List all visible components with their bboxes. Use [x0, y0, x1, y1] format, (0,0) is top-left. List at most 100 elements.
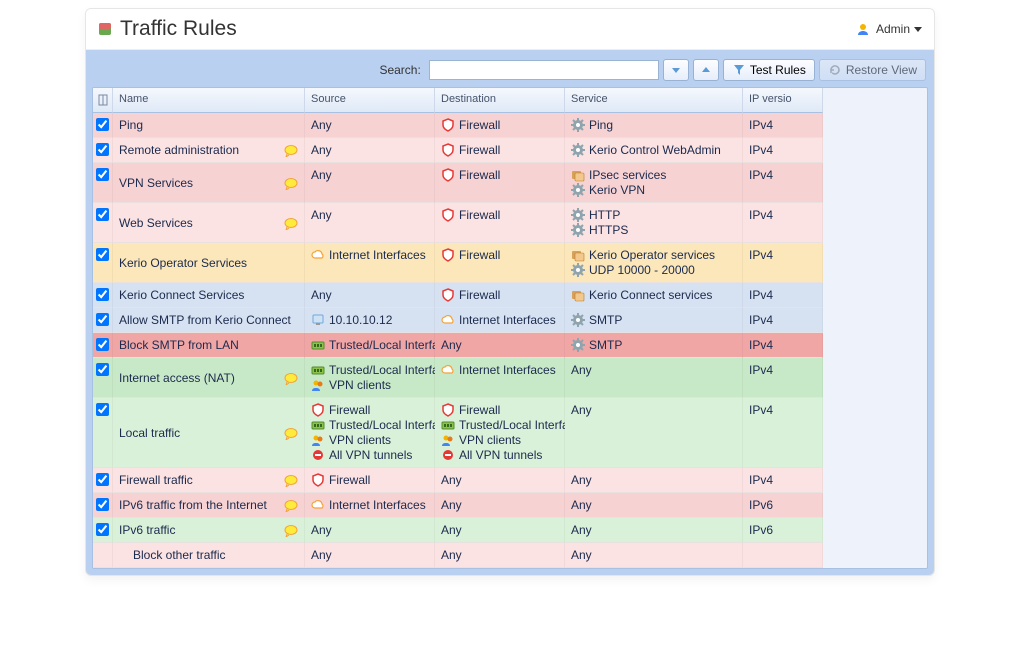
user-name: Admin — [876, 22, 910, 36]
source-cell: Any — [305, 543, 435, 568]
destination-item: Any — [441, 473, 558, 487]
destination-item: Any — [441, 338, 558, 352]
name-cell: Block other traffic — [113, 543, 305, 568]
note-icon[interactable] — [284, 473, 298, 487]
column-header[interactable]: Destination — [435, 88, 565, 113]
source-item: Any — [311, 208, 428, 222]
column-header[interactable]: Service — [565, 88, 743, 113]
source-item: Trusted/Local Interfaces — [311, 418, 428, 432]
name-cell: Firewall traffic — [113, 468, 305, 493]
rule-name: Block other traffic — [133, 548, 298, 562]
row-checkbox[interactable] — [96, 168, 109, 181]
rule-name: IPv6 traffic — [119, 523, 280, 537]
column-header[interactable]: Name — [113, 88, 305, 113]
row-checkbox-cell — [93, 308, 113, 333]
group-icon — [571, 288, 585, 302]
column-header[interactable]: Source — [305, 88, 435, 113]
ipver-cell: IPv4 — [743, 398, 823, 468]
destination-text: Firewall — [459, 118, 500, 132]
rule-name: Kerio Connect Services — [119, 288, 298, 302]
row-checkbox[interactable] — [96, 523, 109, 536]
destination-item: Internet Interfaces — [441, 363, 558, 377]
service-cell: Any — [565, 543, 743, 568]
source-text: VPN clients — [329, 433, 391, 447]
row-checkbox[interactable] — [96, 403, 109, 416]
note-icon[interactable] — [284, 523, 298, 537]
rules-grid: NameSourceDestinationServiceIP versio Pi… — [92, 87, 928, 569]
row-checkbox[interactable] — [96, 473, 109, 486]
group-icon — [571, 248, 585, 262]
search-next-button[interactable] — [663, 59, 689, 81]
service-item: Kerio Operator services — [571, 248, 736, 262]
row-checkbox[interactable] — [96, 338, 109, 351]
ipver-text: IPv4 — [749, 118, 816, 132]
app-icon — [98, 22, 112, 36]
destination-cell: Internet Interfaces — [435, 308, 565, 333]
shield-icon — [311, 403, 325, 417]
service-item: SMTP — [571, 313, 736, 327]
gear-icon — [571, 118, 585, 132]
rule-name: Ping — [119, 118, 298, 132]
column-header-checkbox[interactable] — [93, 88, 113, 113]
destination-cell: Firewall — [435, 113, 565, 138]
source-item: Internet Interfaces — [311, 248, 428, 262]
search-prev-button[interactable] — [693, 59, 719, 81]
destination-cell: Firewall — [435, 283, 565, 308]
row-checkbox[interactable] — [96, 118, 109, 131]
test-rules-button[interactable]: Test Rules — [723, 59, 815, 81]
service-item: HTTPS — [571, 223, 736, 237]
destination-item: VPN clients — [441, 433, 558, 447]
note-icon[interactable] — [284, 371, 298, 385]
row-checkbox[interactable] — [96, 288, 109, 301]
row-checkbox[interactable] — [96, 208, 109, 221]
note-icon[interactable] — [284, 216, 298, 230]
ipver-cell: IPv6 — [743, 518, 823, 543]
gear-icon — [571, 143, 585, 157]
note-icon[interactable] — [284, 176, 298, 190]
row-checkbox[interactable] — [96, 313, 109, 326]
nic-icon — [441, 418, 455, 432]
source-cell: Any — [305, 283, 435, 308]
ipver-text: IPv4 — [749, 143, 816, 157]
service-cell: Any — [565, 468, 743, 493]
cloud-icon — [311, 498, 325, 512]
users-icon — [311, 378, 325, 392]
service-text: Any — [571, 523, 592, 537]
service-cell: IPsec servicesKerio VPN — [565, 163, 743, 203]
destination-item: Firewall — [441, 118, 558, 132]
gear-icon — [571, 263, 585, 277]
service-text: Any — [571, 403, 592, 417]
toolbar: Search: Test Rules Restore View — [92, 56, 928, 87]
destination-item: Any — [441, 523, 558, 537]
app-window: Traffic Rules Admin Search: Test Rules R… — [85, 8, 935, 576]
ipver-text: IPv4 — [749, 208, 816, 222]
source-text: Internet Interfaces — [329, 498, 426, 512]
test-rules-label: Test Rules — [750, 63, 806, 77]
row-checkbox[interactable] — [96, 143, 109, 156]
host-icon — [311, 313, 325, 327]
column-header[interactable]: IP versio — [743, 88, 823, 113]
row-checkbox-cell — [93, 518, 113, 543]
ipver-cell: IPv4 — [743, 138, 823, 163]
row-checkbox[interactable] — [96, 248, 109, 261]
shield-icon — [441, 288, 455, 302]
row-checkbox[interactable] — [96, 363, 109, 376]
name-cell: Internet access (NAT) — [113, 358, 305, 398]
note-icon[interactable] — [284, 426, 298, 440]
note-icon[interactable] — [284, 498, 298, 512]
service-text: UDP 10000 - 20000 — [589, 263, 695, 277]
service-cell: Any — [565, 398, 743, 468]
row-checkbox[interactable] — [96, 498, 109, 511]
rule-name: Local traffic — [119, 426, 280, 440]
search-input[interactable] — [429, 60, 659, 80]
destination-text: Firewall — [459, 208, 500, 222]
tunnel-icon — [311, 448, 325, 462]
note-icon[interactable] — [284, 143, 298, 157]
service-item: Kerio Connect services — [571, 288, 736, 302]
row-checkbox-cell — [93, 493, 113, 518]
restore-view-button[interactable]: Restore View — [819, 59, 926, 81]
source-text: Any — [311, 208, 332, 222]
cloud-icon — [441, 313, 455, 327]
user-menu-toggle[interactable] — [914, 27, 922, 32]
destination-item: Firewall — [441, 208, 558, 222]
